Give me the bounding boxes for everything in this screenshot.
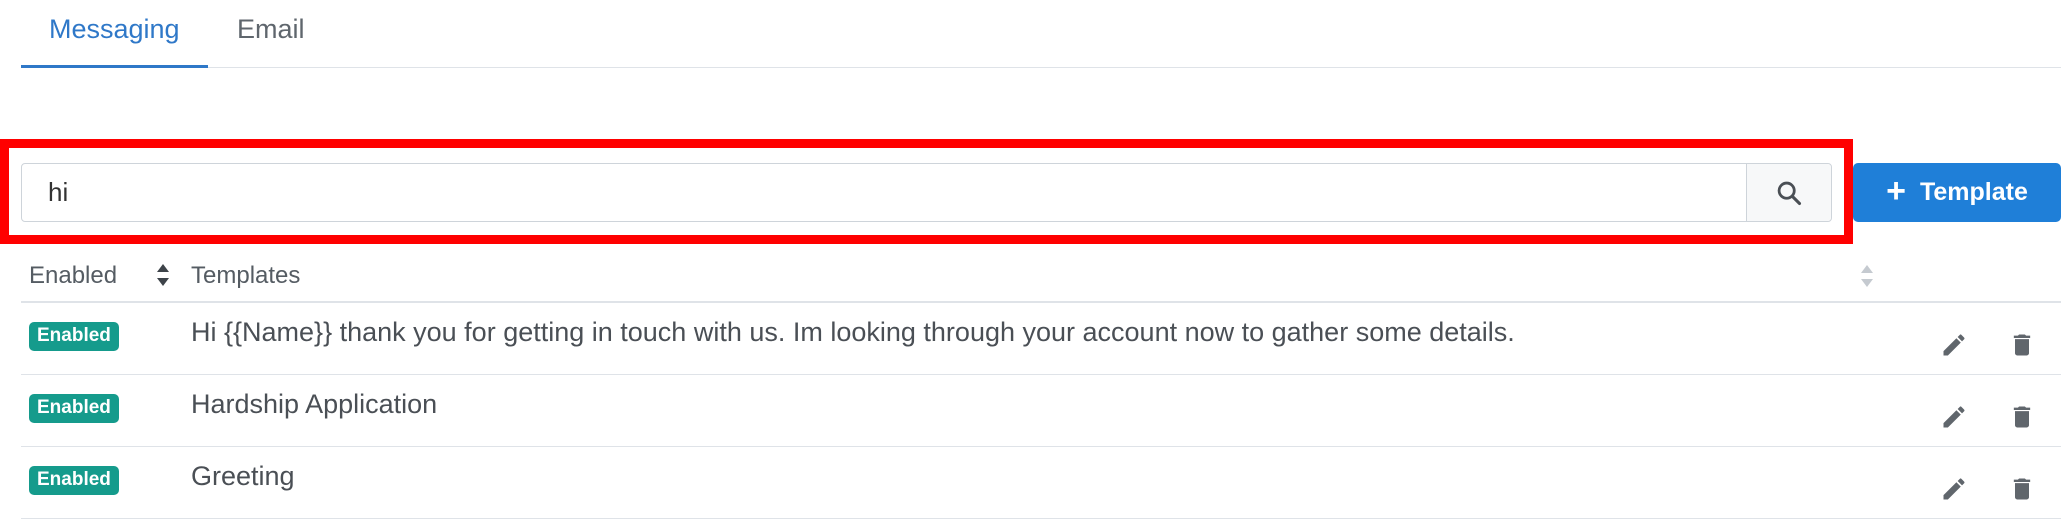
sort-icon[interactable] [155,260,171,290]
search-button[interactable] [1746,164,1831,221]
status-badge: Enabled [29,394,119,423]
plus-icon: + [1886,172,1906,210]
table-row: Enabled Hi {{Name}} thank you for gettin… [21,303,2061,375]
edit-button[interactable] [1936,471,1972,507]
column-header-enabled[interactable]: Enabled [29,262,117,290]
search-input[interactable] [22,164,1746,221]
template-name: Hi {{Name}} thank you for getting in tou… [191,317,1515,347]
template-name: Greeting [191,461,295,491]
table-header: Enabled Templates [21,250,2061,303]
trash-icon [2013,406,2031,428]
table-row: Enabled Greeting [21,447,2061,519]
tab-messaging[interactable]: Messaging [21,14,208,68]
sort-icon[interactable] [1859,261,1875,291]
delete-button[interactable] [2004,327,2040,363]
trash-icon [2013,478,2031,500]
status-badge: Enabled [29,322,119,351]
column-header-templates[interactable]: Templates [191,262,300,290]
trash-icon [2013,334,2031,356]
edit-button[interactable] [1936,327,1972,363]
tab-bar: Messaging Email [21,0,2061,68]
search-group [21,163,1832,222]
add-template-button[interactable]: + Template [1853,163,2061,222]
table-row: Enabled Hardship Application [21,375,2061,447]
tab-email[interactable]: Email [209,14,333,68]
pencil-icon [1943,478,1965,500]
templates-table: Enabled Templates Enabled Hi {{Name}} th… [21,250,2061,519]
template-name: Hardship Application [191,389,438,419]
delete-button[interactable] [2004,471,2040,507]
delete-button[interactable] [2004,399,2040,435]
status-badge: Enabled [29,466,119,495]
add-template-label: Template [1919,178,2028,206]
search-icon [1777,181,1802,205]
pencil-icon [1943,334,1965,356]
page: Messaging Email + Template Enabled Templ… [0,0,2068,527]
pencil-icon [1943,406,1965,428]
edit-button[interactable] [1936,399,1972,435]
